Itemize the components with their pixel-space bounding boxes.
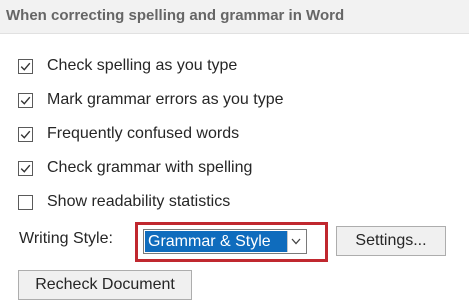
dropdown-selected-value: Grammar & Style [145, 231, 287, 252]
check-icon [20, 96, 31, 105]
checkbox[interactable] [18, 93, 33, 108]
option-label: Mark grammar errors as you type [47, 91, 284, 108]
writing-style-label: Writing Style: [19, 230, 113, 247]
section-title: When correcting spelling and grammar in … [6, 7, 345, 24]
settings-button[interactable]: Settings... [336, 226, 446, 256]
section-header: When correcting spelling and grammar in … [0, 0, 469, 34]
recheck-document-button[interactable]: Recheck Document [18, 270, 192, 300]
option-label: Check spelling as you type [47, 57, 238, 74]
check-icon [20, 62, 31, 71]
dropdown-arrow[interactable] [287, 231, 305, 252]
checkbox[interactable] [18, 195, 33, 210]
option-label: Frequently confused words [47, 125, 240, 142]
option-label: Check grammar with spelling [47, 159, 253, 176]
writing-style-dropdown[interactable]: Grammar & Style [143, 229, 307, 254]
checkbox[interactable] [18, 161, 33, 176]
chevron-down-icon [291, 238, 301, 245]
check-icon [20, 130, 31, 139]
check-icon [20, 164, 31, 173]
checkbox[interactable] [18, 59, 33, 74]
checkbox[interactable] [18, 127, 33, 142]
option-label: Show readability statistics [47, 193, 231, 210]
